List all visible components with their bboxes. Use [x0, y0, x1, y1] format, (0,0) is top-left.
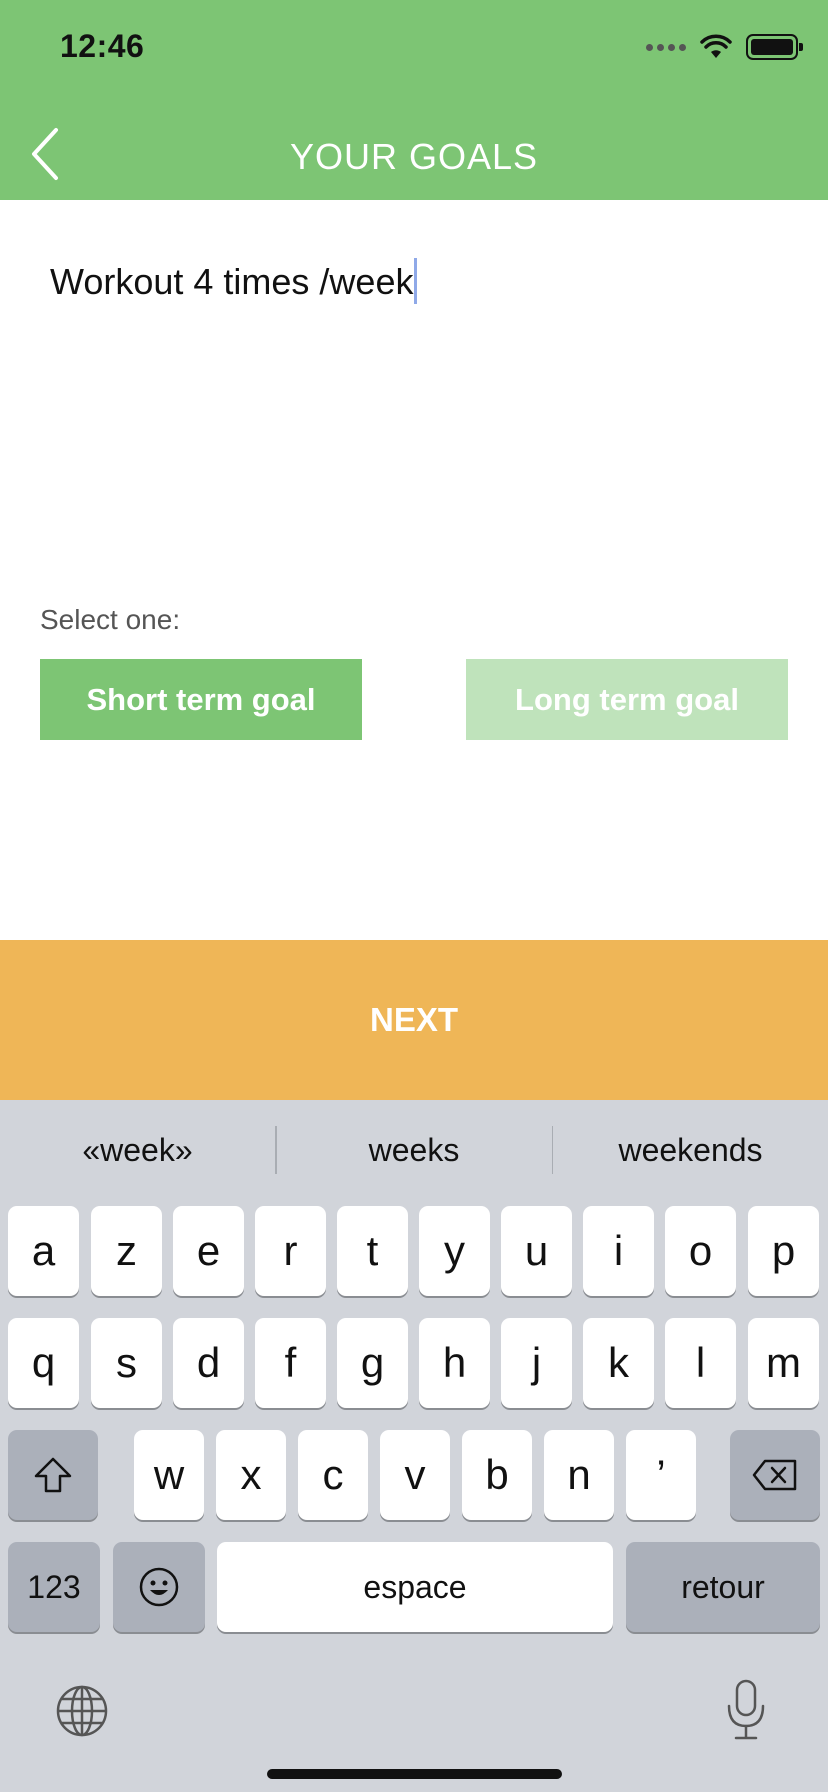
key[interactable]: ’	[626, 1430, 696, 1520]
key[interactable]: t	[337, 1206, 408, 1296]
key[interactable]: u	[501, 1206, 572, 1296]
suggestion-item[interactable]: weeks	[277, 1132, 552, 1169]
suggestion-item[interactable]: weekends	[553, 1132, 828, 1169]
home-indicator[interactable]	[267, 1769, 562, 1779]
suggestion-bar: «week» weeks weekends	[0, 1100, 828, 1200]
shift-key[interactable]	[8, 1430, 98, 1520]
key[interactable]: f	[255, 1318, 326, 1408]
text-cursor	[414, 258, 418, 304]
page-title: YOUR GOALS	[289, 136, 539, 177]
battery-icon	[746, 34, 803, 60]
key[interactable]: l	[665, 1318, 736, 1408]
key[interactable]: c	[298, 1430, 368, 1520]
key[interactable]: w	[134, 1430, 204, 1520]
space-key[interactable]: espace	[217, 1542, 613, 1632]
microphone-icon[interactable]	[724, 1678, 768, 1742]
key[interactable]: z	[91, 1206, 162, 1296]
key[interactable]: h	[419, 1318, 490, 1408]
key[interactable]: q	[8, 1318, 79, 1408]
goal-text: Workout 4 times /week	[50, 261, 414, 302]
goal-text-input[interactable]: Workout 4 times /week	[50, 258, 418, 304]
shift-icon	[34, 1457, 72, 1493]
globe-icon[interactable]	[55, 1684, 109, 1738]
key[interactable]: s	[91, 1318, 162, 1408]
key[interactable]: k	[583, 1318, 654, 1408]
select-label: Select one:	[40, 604, 181, 635]
key[interactable]: a	[8, 1206, 79, 1296]
key[interactable]: n	[544, 1430, 614, 1520]
wifi-icon	[700, 34, 732, 58]
key[interactable]: b	[462, 1430, 532, 1520]
key[interactable]: v	[380, 1430, 450, 1520]
keyboard: «week» weeks weekends a z e r t y u i o …	[0, 1100, 828, 1792]
key[interactable]: r	[255, 1206, 326, 1296]
delete-key[interactable]	[730, 1430, 820, 1520]
key[interactable]: d	[173, 1318, 244, 1408]
backspace-icon	[752, 1459, 797, 1491]
key[interactable]: i	[583, 1206, 654, 1296]
key[interactable]: x	[216, 1430, 286, 1520]
short-term-goal-button[interactable]: Short term goal	[40, 659, 362, 740]
status-icons	[646, 34, 803, 60]
key[interactable]: e	[173, 1206, 244, 1296]
long-term-goal-button[interactable]: Long term goal	[466, 659, 788, 740]
key[interactable]: p	[748, 1206, 819, 1296]
suggestion-item[interactable]: «week»	[0, 1132, 275, 1169]
status-time: 12:46	[60, 28, 145, 64]
key[interactable]: o	[665, 1206, 736, 1296]
numbers-key[interactable]: 123	[8, 1542, 100, 1632]
emoji-icon	[139, 1567, 179, 1607]
key[interactable]: m	[748, 1318, 819, 1408]
next-button[interactable]: NEXT	[0, 940, 828, 1100]
key[interactable]: y	[419, 1206, 490, 1296]
key[interactable]: j	[501, 1318, 572, 1408]
key[interactable]: g	[337, 1318, 408, 1408]
header: 12:46 YOUR GOALS	[0, 0, 828, 200]
cellular-signal-icon	[646, 43, 686, 51]
emoji-key[interactable]	[113, 1542, 205, 1632]
return-key[interactable]: retour	[626, 1542, 820, 1632]
